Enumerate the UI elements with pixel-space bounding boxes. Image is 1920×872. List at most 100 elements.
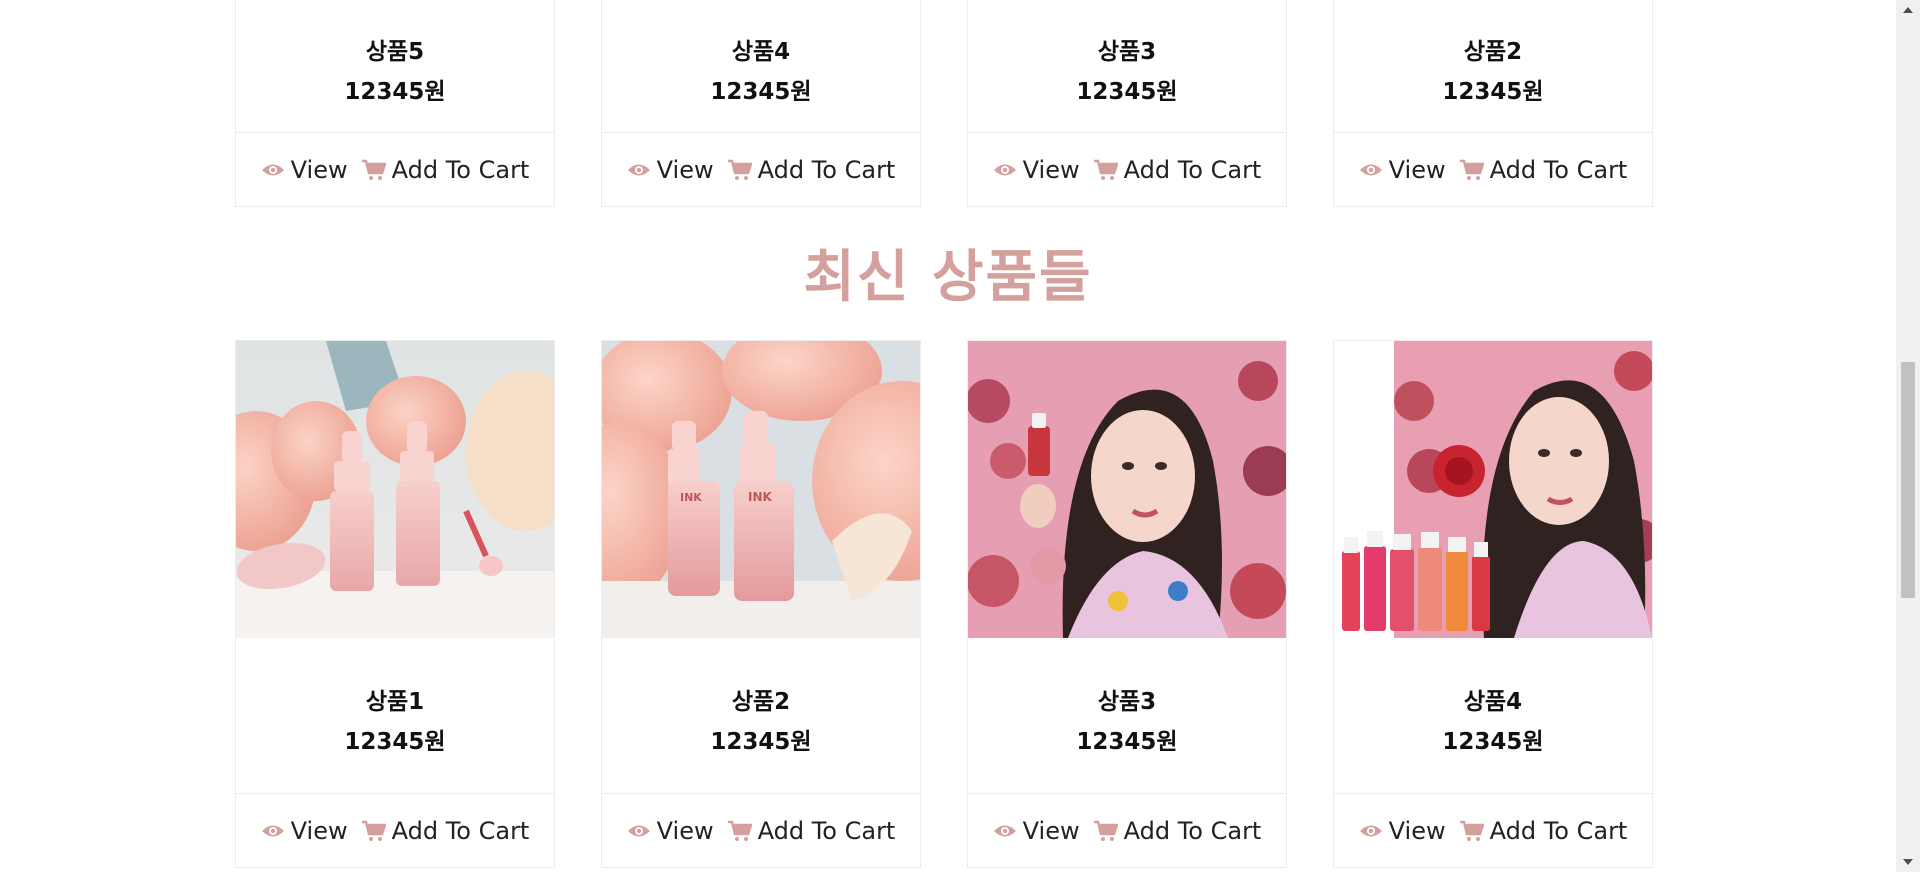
product-actions: View Add To Cart — [1334, 132, 1652, 206]
peach-tint-closeup-photo: INK INK — [602, 341, 920, 638]
scrollbar-thumb[interactable] — [1901, 362, 1915, 598]
cart-icon — [1459, 820, 1484, 841]
product-image[interactable] — [968, 341, 1286, 638]
add-to-cart-label: Add To Cart — [1123, 155, 1262, 184]
product-actions: View Add To Cart — [602, 793, 920, 867]
product-card: INK INK 상품2 12345원 View Add To Cart — [601, 340, 921, 868]
product-info: 상품2 12345원 — [1334, 0, 1652, 132]
product-name: 상품2 — [1463, 39, 1523, 65]
cart-icon — [361, 820, 386, 841]
view-button[interactable]: View — [1359, 817, 1446, 845]
product-image[interactable] — [1334, 341, 1652, 638]
add-to-cart-button[interactable]: Add To Cart — [727, 816, 896, 845]
page-content: 상품5 12345원 View Add To Cart 상품4 12345원 V… — [0, 0, 1896, 872]
view-label: View — [1022, 816, 1080, 845]
view-button[interactable]: View — [993, 156, 1080, 184]
product-actions: View Add To Cart — [968, 132, 1286, 206]
cart-icon — [361, 159, 386, 180]
product-info: 상품5 12345원 — [236, 0, 554, 132]
cart-icon — [1093, 820, 1118, 841]
add-to-cart-label: Add To Cart — [1489, 155, 1628, 184]
product-card: 상품4 12345원 View Add To Cart — [1333, 340, 1653, 868]
view-label: View — [1388, 816, 1446, 845]
scroll-down-arrow-icon[interactable] — [1896, 852, 1920, 872]
add-to-cart-button[interactable]: Add To Cart — [361, 816, 530, 845]
model-with-tint-photo — [968, 341, 1286, 638]
product-name: 상품5 — [365, 39, 425, 65]
product-name: 상품1 — [365, 688, 425, 715]
eye-icon — [1359, 164, 1382, 175]
view-button[interactable]: View — [627, 817, 714, 845]
add-to-cart-button[interactable]: Add To Cart — [1093, 816, 1262, 845]
product-name: 상품2 — [731, 688, 791, 715]
product-info: 상품3 12345원 — [968, 638, 1286, 793]
view-label: View — [290, 155, 348, 184]
view-button[interactable]: View — [1359, 156, 1446, 184]
product-image[interactable]: INK INK — [602, 341, 920, 638]
add-to-cart-label: Add To Cart — [391, 155, 530, 184]
product-actions: View Add To Cart — [1334, 793, 1652, 867]
product-info: 상품4 12345원 — [602, 0, 920, 132]
add-to-cart-label: Add To Cart — [391, 816, 530, 845]
product-name: 상품3 — [1097, 39, 1157, 65]
svg-text:INK: INK — [748, 490, 773, 504]
add-to-cart-label: Add To Cart — [1489, 816, 1628, 845]
view-button[interactable]: View — [261, 156, 348, 184]
eye-icon — [261, 825, 284, 836]
product-price: 12345원 — [710, 728, 812, 755]
add-to-cart-button[interactable]: Add To Cart — [727, 155, 896, 184]
peach-tint-bottles-photo — [236, 341, 554, 638]
product-price: 12345원 — [344, 728, 446, 755]
product-name: 상품4 — [731, 39, 791, 65]
product-price: 12345원 — [1076, 728, 1178, 755]
eye-icon — [993, 164, 1016, 175]
product-card: 상품4 12345원 View Add To Cart — [601, 0, 921, 207]
view-button[interactable]: View — [261, 817, 348, 845]
add-to-cart-button[interactable]: Add To Cart — [361, 155, 530, 184]
product-actions: View Add To Cart — [236, 793, 554, 867]
product-name: 상품4 — [1463, 688, 1523, 715]
view-button[interactable]: View — [993, 817, 1080, 845]
svg-text:INK: INK — [680, 491, 702, 504]
eye-icon — [261, 164, 284, 175]
product-name: 상품3 — [1097, 688, 1157, 715]
product-actions: View Add To Cart — [968, 793, 1286, 867]
view-label: View — [656, 816, 714, 845]
product-card: 상품3 12345원 View Add To Cart — [967, 0, 1287, 207]
product-actions: View Add To Cart — [602, 132, 920, 206]
product-card: 상품3 12345원 View Add To Cart — [967, 340, 1287, 868]
product-grid-new: 상품1 12345원 View Add To Cart INK INK 상품2 … — [235, 340, 1653, 868]
product-info: 상품4 12345원 — [1334, 638, 1652, 793]
view-label: View — [1388, 155, 1446, 184]
add-to-cart-label: Add To Cart — [757, 155, 896, 184]
view-label: View — [1022, 155, 1080, 184]
add-to-cart-label: Add To Cart — [757, 816, 896, 845]
model-with-rose-and-tints-photo — [1334, 341, 1652, 638]
product-price: 12345원 — [1442, 79, 1544, 105]
product-price: 12345원 — [344, 79, 446, 105]
product-price: 12345원 — [1076, 79, 1178, 105]
vertical-scrollbar[interactable] — [1896, 0, 1920, 872]
add-to-cart-label: Add To Cart — [1123, 816, 1262, 845]
eye-icon — [993, 825, 1016, 836]
product-grid-top: 상품5 12345원 View Add To Cart 상품4 12345원 V… — [235, 0, 1653, 207]
view-label: View — [656, 155, 714, 184]
view-button[interactable]: View — [627, 156, 714, 184]
add-to-cart-button[interactable]: Add To Cart — [1459, 155, 1628, 184]
product-card: 상품1 12345원 View Add To Cart — [235, 340, 555, 868]
product-card: 상품5 12345원 View Add To Cart — [235, 0, 555, 207]
product-info: 상품1 12345원 — [236, 638, 554, 793]
scroll-up-arrow-icon[interactable] — [1896, 0, 1920, 20]
product-info: 상품3 12345원 — [968, 0, 1286, 132]
product-info: 상품2 12345원 — [602, 638, 920, 793]
cart-icon — [727, 820, 752, 841]
eye-icon — [627, 825, 650, 836]
view-label: View — [290, 816, 348, 845]
product-image[interactable] — [236, 341, 554, 638]
eye-icon — [627, 164, 650, 175]
cart-icon — [1459, 159, 1484, 180]
section-title: 최신 상품들 — [803, 245, 1093, 310]
add-to-cart-button[interactable]: Add To Cart — [1459, 816, 1628, 845]
add-to-cart-button[interactable]: Add To Cart — [1093, 155, 1262, 184]
eye-icon — [1359, 825, 1382, 836]
